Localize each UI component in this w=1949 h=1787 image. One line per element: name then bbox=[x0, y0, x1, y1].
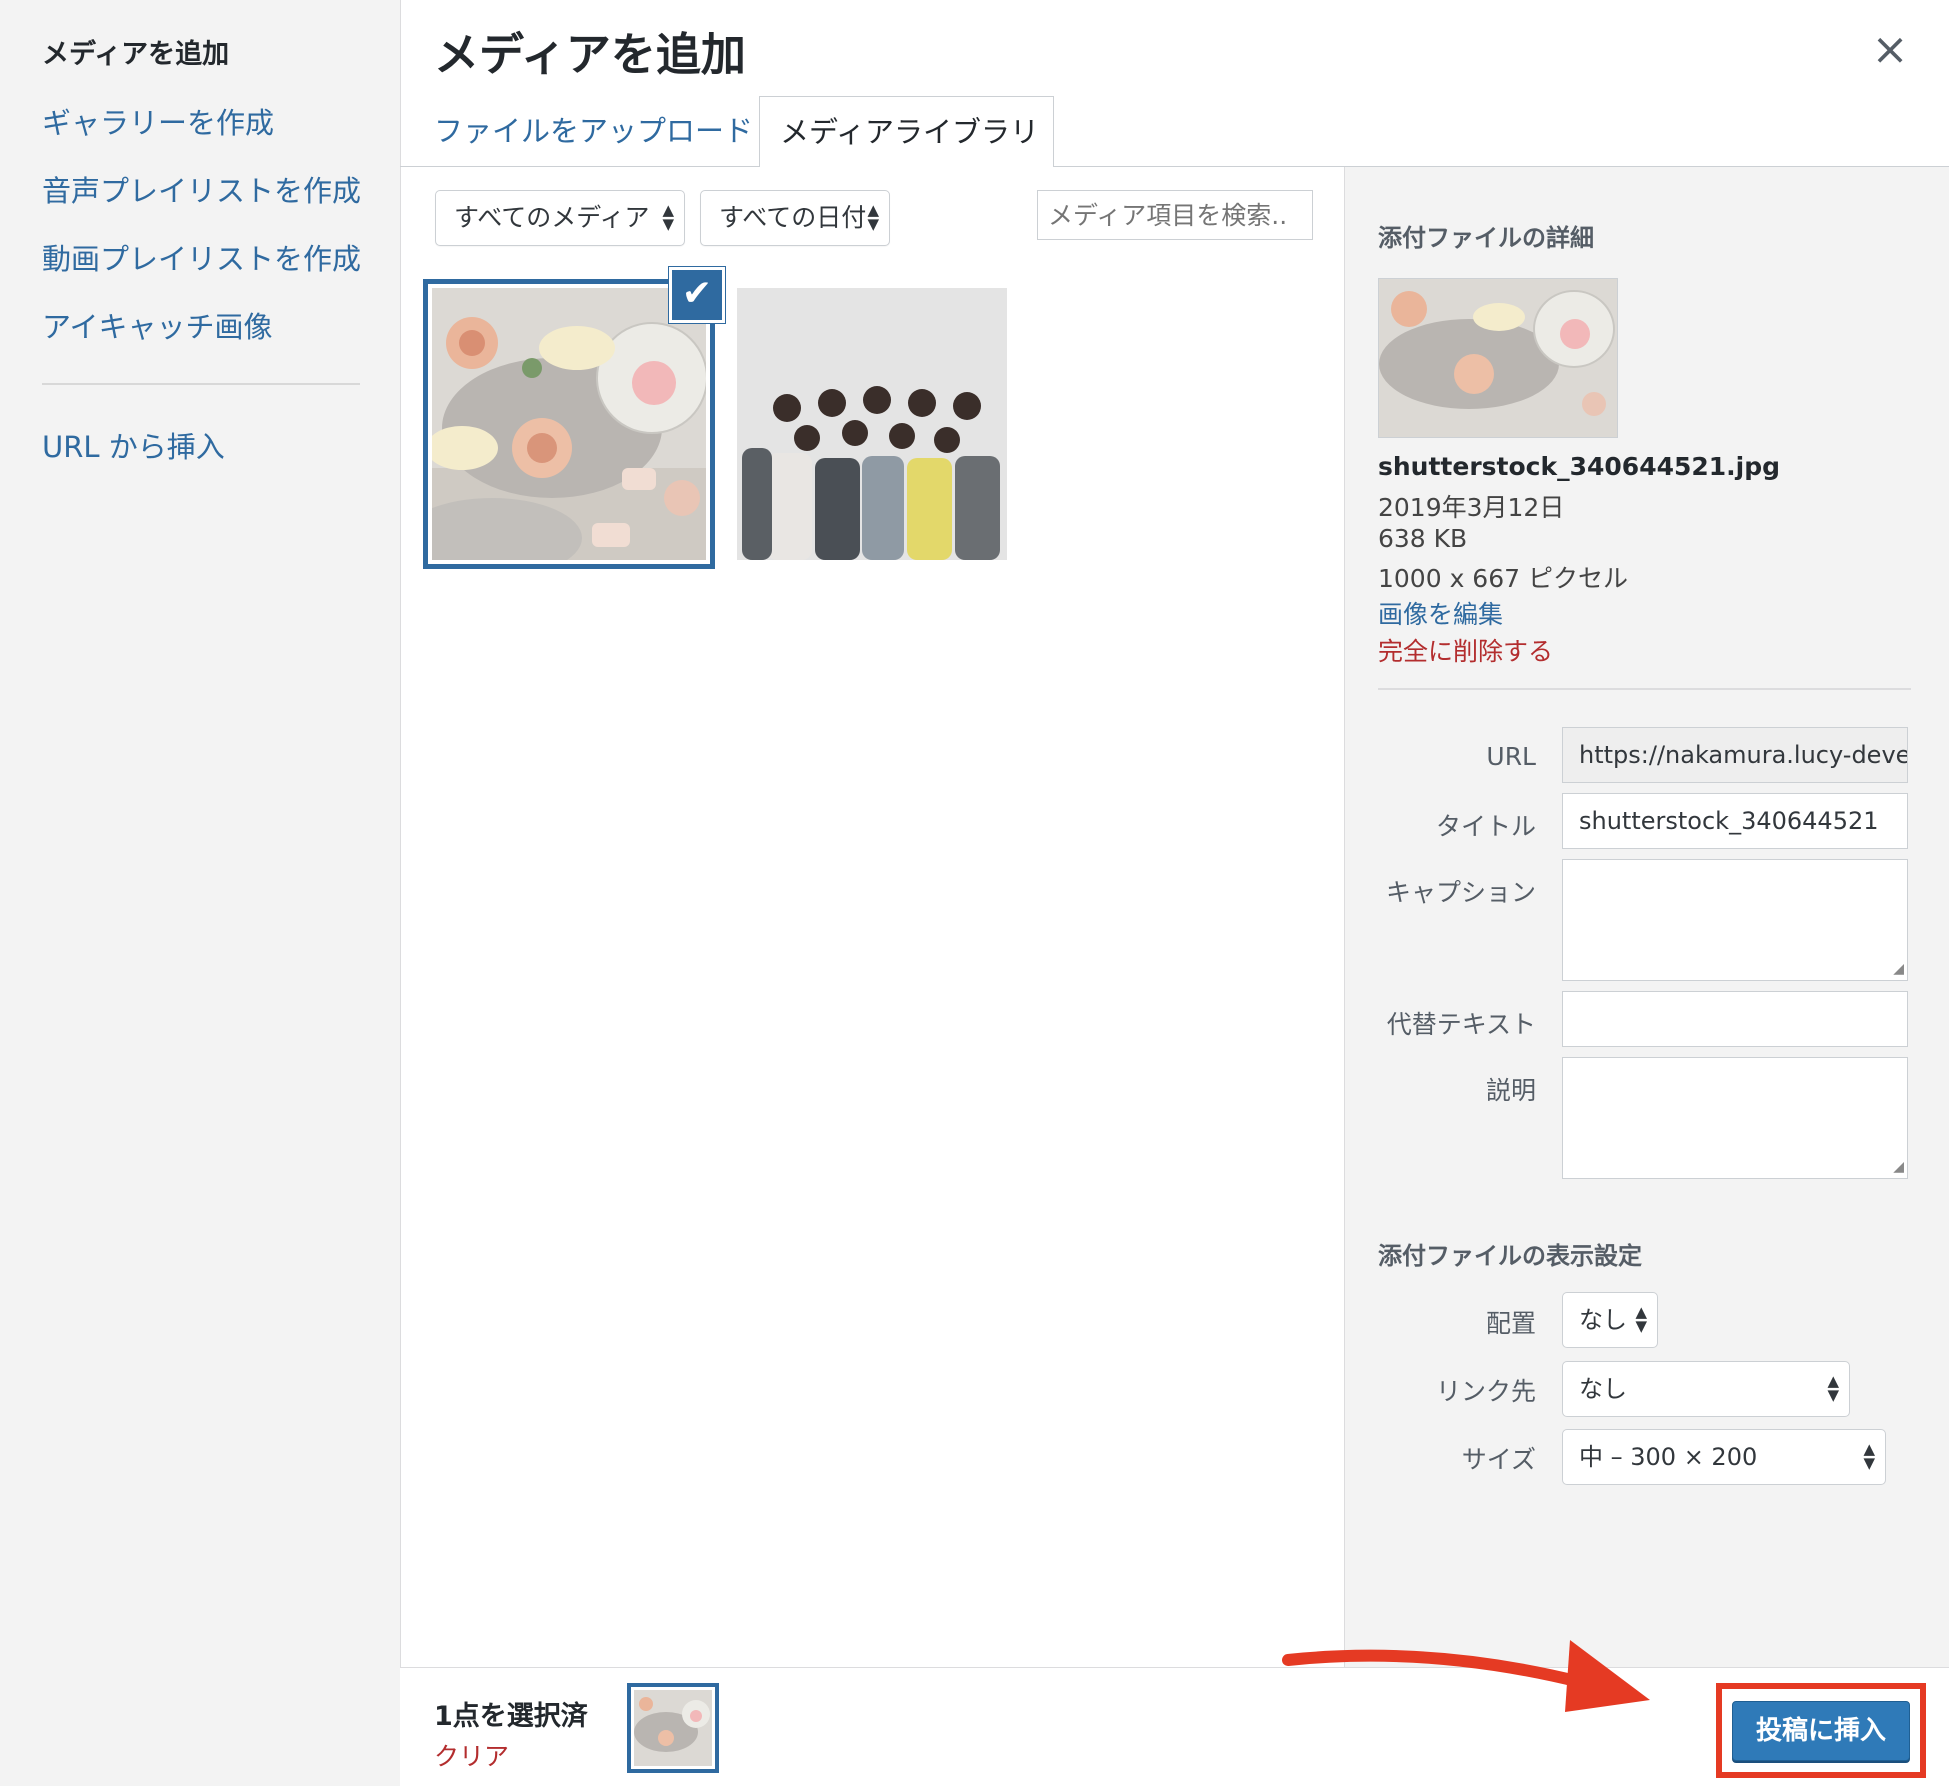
sidebar-item-create-video-playlist[interactable]: 動画プレイリストを作成 bbox=[42, 236, 361, 278]
modal-title: メディアを追加 bbox=[434, 28, 746, 81]
insert-into-post-button[interactable]: 投稿に挿入 bbox=[1732, 1701, 1910, 1761]
delete-permanently-link[interactable]: 完全に削除する bbox=[1378, 632, 1553, 668]
media-item-group-photo[interactable] bbox=[737, 288, 1007, 560]
size-select[interactable]: 中 – 300 × 200 ▲ ▼ bbox=[1562, 1429, 1886, 1485]
link-to-label: リンク先 bbox=[1435, 1377, 1536, 1406]
attachment-filesize: 638 KB bbox=[1378, 524, 1468, 553]
attachment-dimensions: 1000 x 667 ピクセル bbox=[1378, 564, 1628, 593]
date-filter[interactable]: すべての日付 ▲ ▼ bbox=[700, 190, 890, 246]
caption-textarea[interactable]: ◢ bbox=[1562, 859, 1908, 981]
alt-text-field[interactable] bbox=[1562, 991, 1908, 1047]
attachment-preview-image bbox=[1378, 278, 1618, 438]
details-divider bbox=[1378, 688, 1911, 690]
sidebar-item-create-gallery[interactable]: ギャラリーを作成 bbox=[42, 100, 274, 142]
media-type-filter[interactable]: すべてのメディア ▲ ▼ bbox=[435, 190, 685, 246]
select-arrows-icon: ▲ ▼ bbox=[662, 201, 674, 233]
sidebar-item-create-audio-playlist[interactable]: 音声プレイリストを作成 bbox=[42, 168, 361, 210]
resize-grip-icon[interactable]: ◢ bbox=[1893, 1159, 1904, 1175]
edit-image-link[interactable]: 画像を編集 bbox=[1378, 595, 1503, 631]
select-arrows-icon: ▲ ▼ bbox=[1635, 1303, 1647, 1335]
title-field[interactable]: shutterstock_340644521 bbox=[1562, 793, 1908, 849]
selected-attachment-thumbnail[interactable] bbox=[627, 1683, 719, 1773]
link-to-select-value: なし bbox=[1579, 1375, 1627, 1403]
alt-text-label: 代替テキスト bbox=[1386, 1010, 1536, 1039]
close-icon[interactable]: × bbox=[1868, 22, 1912, 78]
candles-roses-image bbox=[432, 288, 706, 560]
display-settings-heading: 添付ファイルの表示設定 bbox=[1378, 1242, 1642, 1270]
clear-selection-link[interactable]: クリア bbox=[434, 1737, 509, 1773]
alignment-select-value: なし bbox=[1579, 1306, 1627, 1334]
group-photo-image bbox=[737, 288, 1007, 560]
title-label: タイトル bbox=[1435, 812, 1536, 841]
size-label: サイズ bbox=[1461, 1445, 1536, 1474]
media-type-filter-value: すべてのメディア bbox=[454, 203, 650, 232]
sidebar-heading: メディアを追加 bbox=[42, 39, 230, 70]
sidebar-item-featured-image[interactable]: アイキャッチ画像 bbox=[42, 304, 273, 346]
media-search-input[interactable] bbox=[1037, 190, 1313, 240]
size-select-value: 中 – 300 × 200 bbox=[1579, 1443, 1758, 1471]
tab-media-library[interactable]: メディアライブラリ bbox=[759, 96, 1054, 167]
selection-count: 1点を選択済 bbox=[434, 1701, 588, 1732]
media-modal-sidebar: メディアを追加 ギャラリーを作成 音声プレイリストを作成 動画プレイリストを作成… bbox=[0, 0, 401, 1786]
alignment-select[interactable]: なし ▲ ▼ bbox=[1562, 1292, 1658, 1348]
description-label: 説明 bbox=[1485, 1076, 1536, 1105]
sidebar-item-insert-from-url[interactable]: URL から挿入 bbox=[42, 424, 225, 466]
alignment-label: 配置 bbox=[1485, 1309, 1536, 1338]
select-arrows-icon: ▲ ▼ bbox=[1827, 1372, 1839, 1404]
description-textarea[interactable]: ◢ bbox=[1562, 1057, 1908, 1179]
select-arrows-icon: ▲ ▼ bbox=[1863, 1440, 1875, 1472]
attachment-details-heading: 添付ファイルの詳細 bbox=[1378, 224, 1594, 252]
url-field[interactable]: https://nakamura.lucy-deve bbox=[1562, 727, 1908, 783]
url-label: URL bbox=[1486, 742, 1536, 771]
attachment-date: 2019年3月12日 bbox=[1378, 493, 1565, 522]
resize-grip-icon[interactable]: ◢ bbox=[1893, 961, 1904, 977]
tab-upload-files[interactable]: ファイルをアップロード bbox=[414, 96, 773, 166]
selected-thumbnail-image bbox=[634, 1690, 712, 1766]
selected-check-icon[interactable]: ✔ bbox=[669, 267, 725, 323]
link-to-select[interactable]: なし ▲ ▼ bbox=[1562, 1361, 1850, 1417]
date-filter-value: すべての日付 bbox=[719, 203, 867, 232]
attachment-filename: shutterstock_340644521.jpg bbox=[1378, 452, 1781, 481]
annotation-arrow-icon bbox=[1282, 1640, 1650, 1712]
caption-label: キャプション bbox=[1385, 878, 1536, 907]
select-arrows-icon: ▲ ▼ bbox=[867, 201, 879, 233]
sidebar-divider bbox=[42, 383, 360, 385]
